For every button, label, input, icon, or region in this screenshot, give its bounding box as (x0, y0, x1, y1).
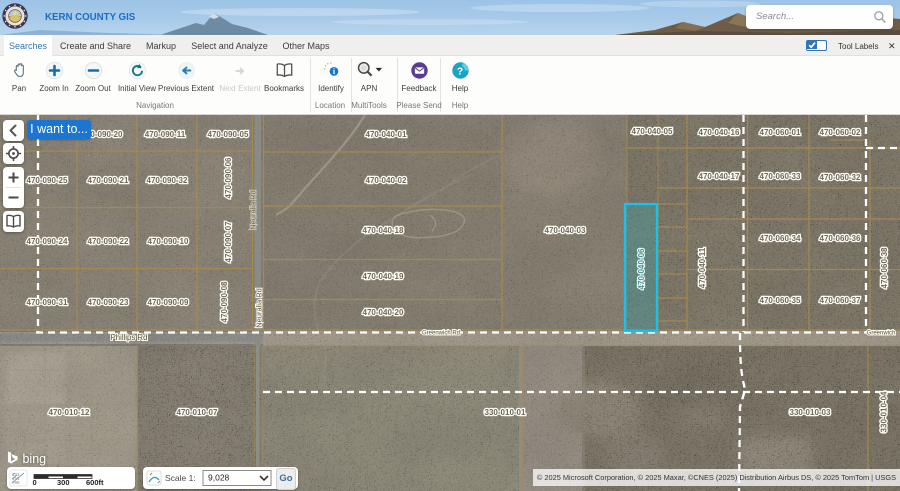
svg-text:470-040-02: 470-040-02 (366, 176, 407, 185)
svg-text:470-040-19: 470-040-19 (363, 272, 404, 281)
svg-text:600ft: 600ft (86, 478, 104, 487)
svg-text:Greenwich Rd: Greenwich Rd (422, 331, 460, 337)
svg-text:330-010-03: 330-010-03 (790, 408, 831, 417)
svg-text:470-090-24: 470-090-24 (27, 237, 68, 246)
svg-text:470-090-11: 470-090-11 (145, 130, 186, 139)
svg-text:470-060-32: 470-060-32 (820, 173, 861, 182)
svg-text:470-060-02: 470-060-02 (820, 128, 861, 137)
svg-text:300: 300 (57, 478, 70, 487)
svg-text:470-060-35: 470-060-35 (760, 296, 801, 305)
svg-text:470-040-11: 470-040-11 (698, 247, 707, 288)
svg-text:470-090-10: 470-090-10 (148, 237, 189, 246)
svg-text:470-060-38: 470-060-38 (880, 247, 889, 288)
svg-text:Scale 1:: Scale 1: (165, 473, 196, 483)
svg-text:789: 789 (12, 480, 20, 485)
svg-text:470-040-03: 470-040-03 (545, 226, 586, 235)
svg-text:470-090-09: 470-090-09 (148, 298, 189, 307)
svg-text:470-060-37: 470-060-37 (820, 296, 861, 305)
svg-text:0: 0 (33, 478, 37, 487)
svg-text:470-060-01: 470-060-01 (760, 128, 801, 137)
svg-text:470-040-18: 470-040-18 (363, 226, 404, 235)
svg-text:470-090-05: 470-090-05 (208, 130, 249, 139)
svg-text:470-060-36: 470-060-36 (820, 234, 861, 243)
svg-text:Neuralia Rd: Neuralia Rd (255, 288, 264, 328)
svg-text:470-010-12: 470-010-12 (49, 408, 90, 417)
svg-text:470-090-07: 470-090-07 (224, 221, 233, 262)
svg-text:330-010-04: 330-010-04 (880, 391, 889, 432)
svg-text:Greenwich: Greenwich (867, 331, 896, 337)
svg-text:?: ? (456, 66, 462, 77)
svg-text:470-090-21: 470-090-21 (88, 176, 129, 185)
svg-text:9,028: 9,028 (208, 473, 230, 483)
svg-text:Neuralia Rd: Neuralia Rd (249, 190, 258, 230)
svg-text:470-040-01: 470-040-01 (366, 130, 407, 139)
svg-text:470-090-22: 470-090-22 (88, 237, 129, 246)
svg-text:470-040-17: 470-040-17 (699, 172, 740, 181)
svg-text:470-090-23: 470-090-23 (88, 298, 129, 307)
svg-text:470-090-32: 470-090-32 (147, 176, 188, 185)
svg-text:470-090-25: 470-090-25 (27, 176, 68, 185)
svg-text:470-090-06: 470-090-06 (224, 157, 233, 198)
svg-text:470-060-34: 470-060-34 (760, 234, 801, 243)
svg-text:470-040-05: 470-040-05 (632, 127, 673, 136)
svg-text:470-090-31: 470-090-31 (27, 298, 68, 307)
svg-text:330-010-01: 330-010-01 (485, 408, 526, 417)
svg-text:470-040-06: 470-040-06 (637, 248, 646, 289)
svg-text:470-040-20: 470-040-20 (363, 308, 404, 317)
svg-text:470-060-33: 470-060-33 (760, 172, 801, 181)
svg-text:Phillips Rd: Phillips Rd (111, 333, 148, 342)
svg-text:470-040-16: 470-040-16 (699, 128, 740, 137)
svg-text:470-010-07: 470-010-07 (177, 408, 218, 417)
svg-text:470-090-08: 470-090-08 (220, 281, 229, 322)
